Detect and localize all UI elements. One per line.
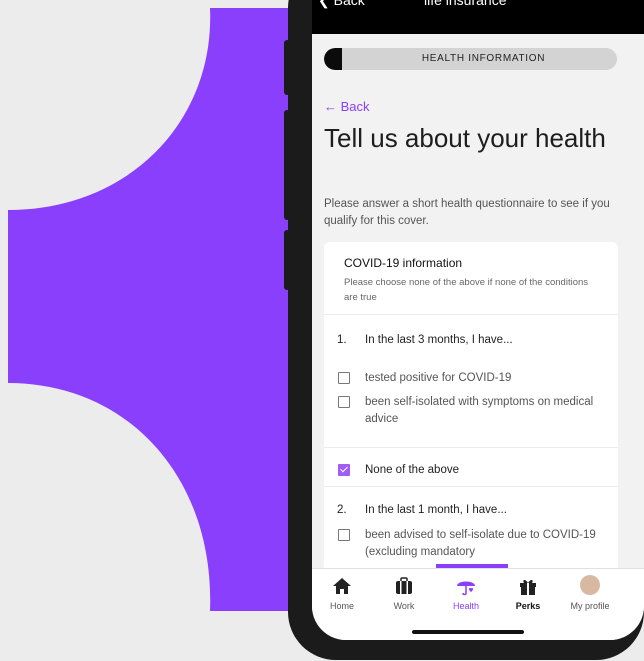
checkbox[interactable] bbox=[338, 372, 350, 384]
home-indicator[interactable] bbox=[412, 630, 524, 634]
option-tested-positive[interactable]: tested positive for COVID-19 bbox=[338, 370, 598, 387]
tab-home[interactable]: Home bbox=[312, 575, 372, 611]
checkbox[interactable] bbox=[338, 529, 350, 541]
option-label: been self-isolated with symptoms on medi… bbox=[365, 396, 594, 425]
tab-label: Perks bbox=[515, 601, 541, 611]
tab-label: Health bbox=[452, 601, 479, 611]
option-label: tested positive for COVID-19 bbox=[365, 372, 512, 384]
checkbox-checked[interactable] bbox=[338, 464, 350, 476]
tab-label: Home bbox=[329, 601, 354, 611]
progress-bar: HEALTH INFORMATION bbox=[324, 48, 617, 70]
back-link[interactable]: ← Back bbox=[324, 99, 370, 114]
tab-perks[interactable]: Perks bbox=[498, 575, 558, 611]
phone-side-button bbox=[284, 230, 290, 290]
option-self-isolated[interactable]: been self-isolated with symptoms on medi… bbox=[338, 394, 598, 428]
tab-my-profile[interactable]: My profile bbox=[560, 575, 620, 611]
card-title: COVID-19 information bbox=[344, 256, 463, 270]
question-text: In the last 1 month, I have... bbox=[365, 504, 507, 516]
briefcase-icon bbox=[396, 577, 412, 594]
divider bbox=[324, 447, 618, 448]
option-label: None of the above bbox=[365, 464, 459, 476]
topbar-back-button[interactable]: ❮ Back bbox=[318, 0, 365, 9]
phone-side-button bbox=[284, 110, 290, 220]
question-text: In the last 3 months, I have... bbox=[365, 334, 513, 346]
top-bar: ❮ Back life insurance bbox=[312, 0, 644, 34]
home-icon bbox=[333, 578, 351, 594]
option-label: been advised to self-isolate due to COVI… bbox=[365, 529, 596, 558]
card-note: Please choose none of the above if none … bbox=[344, 277, 589, 303]
question-2: 2. In the last 1 month, I have... bbox=[337, 504, 507, 516]
avatar bbox=[580, 575, 600, 595]
divider bbox=[324, 314, 618, 315]
topbar-title: life insurance bbox=[424, 0, 507, 8]
checkbox[interactable] bbox=[338, 396, 350, 408]
divider bbox=[324, 486, 618, 487]
progress-label: HEALTH INFORMATION bbox=[421, 53, 546, 64]
questionnaire-card: COVID-19 information Please choose none … bbox=[324, 242, 618, 572]
tab-health[interactable]: Health bbox=[436, 575, 496, 611]
chevron-left-icon: ❮ bbox=[318, 0, 334, 8]
tab-work[interactable]: Work bbox=[374, 575, 434, 611]
option-advised-self-isolate[interactable]: been advised to self-isolate due to COVI… bbox=[338, 527, 598, 561]
gift-icon bbox=[520, 579, 536, 595]
tab-label: My profile bbox=[570, 601, 610, 611]
option-none-of-the-above[interactable]: None of the above bbox=[338, 462, 598, 479]
app-screen: ❮ Back life insurance HEALTH INFORMATION… bbox=[312, 0, 644, 640]
tab-label: Work bbox=[393, 601, 415, 611]
question-number: 2. bbox=[337, 504, 347, 516]
phone-side-button bbox=[284, 40, 290, 95]
umbrella-heart-icon bbox=[457, 581, 475, 596]
question-1: 1. In the last 3 months, I have... bbox=[337, 334, 513, 346]
page-subtitle: Please answer a short health questionnai… bbox=[324, 198, 610, 227]
page-title: Tell us about your health bbox=[324, 123, 606, 153]
question-number: 1. bbox=[337, 334, 347, 346]
